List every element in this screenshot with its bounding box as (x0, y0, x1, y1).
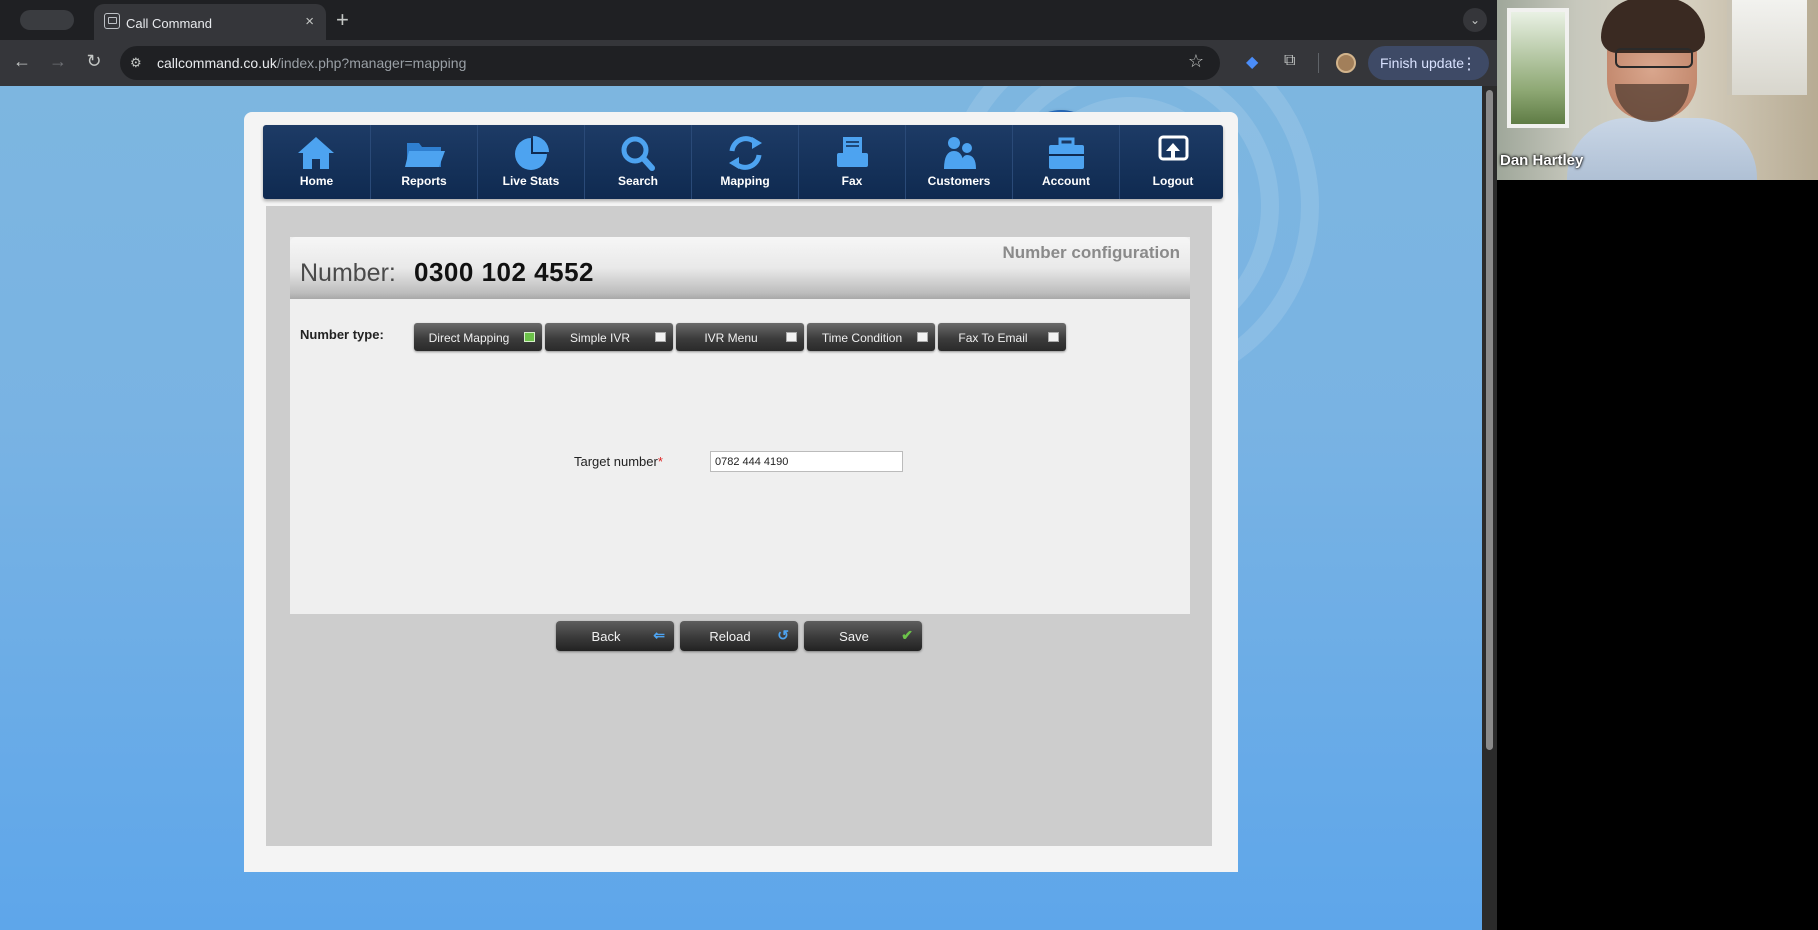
site-settings-icon[interactable]: ⚙ (130, 55, 146, 71)
forward-arrow-icon[interactable]: → (46, 51, 70, 72)
page-scrollbar[interactable] (1482, 86, 1497, 930)
tab-group-pill[interactable] (20, 10, 74, 30)
nav-logout[interactable]: Logout (1119, 125, 1226, 199)
target-number-input[interactable] (710, 451, 903, 472)
finish-update-button[interactable]: Finish update ⋮ (1368, 46, 1489, 80)
checkbox-icon (917, 332, 928, 342)
type-ivr-menu-button[interactable]: IVR Menu (676, 323, 804, 351)
back-button[interactable]: Back ⇐ (556, 621, 674, 651)
nav-search[interactable]: Search (584, 125, 691, 199)
reload-icon[interactable]: ↻ (82, 51, 106, 72)
briefcase-icon (1049, 137, 1084, 169)
blank-area (1497, 180, 1818, 930)
nav-home[interactable]: Home (263, 125, 370, 199)
tab-bar: Call Command × + ⌄ (0, 0, 1497, 40)
person-hair (1601, 0, 1705, 53)
refresh-icon (729, 136, 762, 170)
section-title: Number configuration (1002, 243, 1180, 262)
browser-tab[interactable]: Call Command × (94, 4, 326, 40)
checkmark-icon: ✔ (901, 627, 913, 643)
type-fax-to-email-button[interactable]: Fax To Email (938, 323, 1066, 351)
selected-checkbox-icon (524, 332, 535, 342)
number-type-label: Number type: (300, 327, 384, 342)
bookmark-star-icon[interactable]: ☆ (1188, 51, 1204, 72)
logout-icon (1158, 135, 1189, 161)
number-value: 0300 102 4552 (414, 257, 595, 287)
new-tab-button[interactable]: + (336, 7, 349, 33)
type-time-condition-button[interactable]: Time Condition (807, 323, 935, 351)
customers-icon (944, 137, 976, 169)
type-simple-ivr-button[interactable]: Simple IVR (545, 323, 673, 351)
person-beard (1615, 84, 1689, 122)
person-glasses (1615, 48, 1693, 68)
back-arrow-icon: ⇐ (653, 627, 665, 643)
search-icon (621, 136, 655, 171)
checkbox-icon (786, 332, 797, 342)
address-bar[interactable]: ⚙ callcommand.co.uk/index.php?manager=ma… (120, 46, 1220, 80)
type-direct-mapping-button[interactable]: Direct Mapping (414, 323, 542, 351)
browser-window: Call Command × + ⌄ ← → ↻ ⚙ callcommand.c… (0, 0, 1497, 930)
extensions-puzzle-icon[interactable]: ⧉ (1284, 52, 1295, 70)
number-header: Number: 0300 102 4552 Number configurati… (290, 237, 1190, 299)
reload-circle-icon: ↺ (777, 627, 789, 643)
tab-title: Call Command (126, 16, 212, 31)
tab-search-chevron-icon[interactable]: ⌄ (1463, 8, 1487, 32)
gemini-icon[interactable]: ◆ (1246, 52, 1258, 72)
window-background (1727, 0, 1807, 95)
nav-account[interactable]: Account (1012, 125, 1119, 199)
checkbox-icon (655, 332, 666, 342)
required-marker: * (657, 454, 663, 469)
fax-icon (837, 137, 868, 167)
nav-fax[interactable]: Fax (798, 125, 905, 199)
number-label: Number: (300, 259, 396, 287)
tab-favicon-icon (104, 13, 120, 29)
participant-name: Dan Hartley (1500, 152, 1584, 169)
window-background (1507, 8, 1569, 128)
person-body (1567, 118, 1757, 180)
nav-mapping[interactable]: Mapping (691, 125, 798, 199)
more-menu-icon[interactable]: ⋮ (1461, 54, 1477, 74)
save-button[interactable]: Save ✔ (804, 621, 922, 651)
profile-avatar[interactable] (1336, 53, 1356, 73)
target-number-label: Target number* (574, 454, 663, 469)
webcam-video: Dan Hartley (1497, 0, 1818, 180)
scrollbar-thumb[interactable] (1486, 90, 1493, 750)
nav-customers[interactable]: Customers (905, 125, 1012, 199)
url-text: callcommand.co.uk/index.php?manager=mapp… (157, 55, 467, 71)
toolbar-divider (1318, 53, 1319, 73)
tab-close-icon[interactable]: × (305, 13, 314, 30)
nav-live-stats[interactable]: Live Stats (477, 125, 584, 199)
folder-icon (405, 143, 445, 167)
browser-toolbar: ← → ↻ ⚙ callcommand.co.uk/index.php?mana… (0, 40, 1497, 86)
pie-chart-icon (515, 136, 549, 170)
reload-button[interactable]: Reload ↺ (680, 621, 798, 651)
main-nav: Home Reports Live Stats Search Mapping F… (263, 125, 1223, 199)
checkbox-icon (1048, 332, 1059, 342)
back-arrow-icon[interactable]: ← (10, 51, 34, 72)
home-icon (298, 137, 334, 169)
nav-reports[interactable]: Reports (370, 125, 477, 199)
